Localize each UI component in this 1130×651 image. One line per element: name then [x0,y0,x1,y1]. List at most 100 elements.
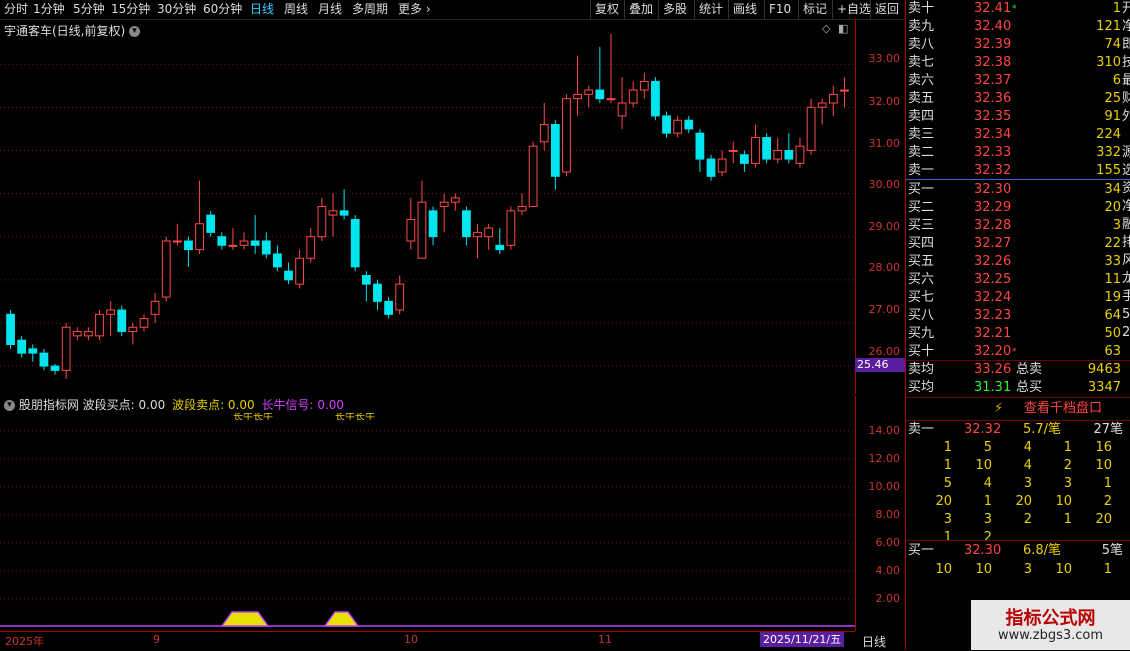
candle[interactable] [39,348,49,371]
bid-level-row[interactable]: 买一 32.30 34 [906,181,1121,199]
candle[interactable] [840,77,849,108]
multi-stock-button[interactable]: 多股 [658,0,691,19]
candle[interactable] [528,141,538,207]
bid-level-row[interactable]: 买七 32.24 19 [906,289,1121,307]
ask-level-row[interactable]: 卖十 32.41 1 * [906,0,1121,18]
candle[interactable] [295,249,305,289]
tab-5min[interactable]: 5分钟 [73,1,105,18]
ask-level-row[interactable]: 卖三 32.34 224 [906,126,1121,144]
candle[interactable] [695,128,705,172]
settings-gear-icon[interactable]: ▾ [129,26,141,37]
candle[interactable] [128,322,138,345]
candle[interactable] [684,115,694,134]
kline-chart-area[interactable]: 宇通客车(日线,前复权) ▾ ◇ ◧ [0,19,855,394]
candle[interactable] [662,111,671,138]
tab-monthly[interactable]: 月线 [318,1,342,18]
candle[interactable] [795,137,805,168]
candle[interactable] [17,335,27,358]
bid-level-row[interactable]: 买九 32.21 50 [906,325,1121,343]
candle[interactable] [584,85,594,108]
candle[interactable] [261,232,271,259]
candle[interactable] [828,85,838,116]
candle[interactable] [61,322,71,379]
candle[interactable] [217,232,227,250]
candle[interactable] [228,228,238,250]
ask-level-row[interactable]: 卖九 32.40 121 [906,18,1121,36]
candle[interactable] [773,137,783,164]
add-watchlist-button[interactable]: +自选 [832,0,875,19]
candle[interactable] [250,215,260,254]
indicator-gear-icon[interactable]: ▾ [4,400,15,411]
ask-level-row[interactable]: 卖四 32.35 91 [906,108,1121,126]
indicator-name[interactable]: 股朋指标网 [19,398,79,412]
candle[interactable] [717,150,727,177]
candle[interactable] [673,115,683,138]
ask-level-row[interactable]: 卖六 32.37 6 [906,72,1121,90]
candle[interactable] [350,215,360,272]
candle[interactable] [751,124,760,168]
ask-level-row[interactable]: 卖一 32.32 155 [906,162,1121,180]
candle[interactable] [184,236,193,267]
candle[interactable] [762,133,772,164]
tab-1min[interactable]: 1分钟 [33,1,65,18]
candle[interactable] [239,232,249,250]
candle[interactable] [506,206,516,250]
candle[interactable] [150,292,160,323]
candle[interactable] [273,245,282,272]
back-button[interactable]: 返回 [870,0,903,19]
candle[interactable] [539,103,549,151]
candle[interactable] [406,197,416,250]
overlay-button[interactable]: 叠加 [624,0,657,19]
tab-15min[interactable]: 15分钟 [111,1,150,18]
candle[interactable] [139,314,149,332]
candle[interactable] [806,98,816,155]
indicator-chart[interactable] [0,415,855,630]
candle[interactable] [339,189,349,220]
candle[interactable] [206,210,216,237]
candle[interactable] [473,223,482,259]
f10-button[interactable]: F10 [764,0,795,19]
candle[interactable] [484,223,494,250]
candle[interactable] [728,141,738,164]
candle[interactable] [739,150,749,172]
tab-fenshi[interactable]: 分时 [4,1,28,18]
tab-more[interactable]: 更多 › [398,1,431,18]
ask-level-row[interactable]: 卖七 32.38 310 [906,54,1121,72]
ask-level-row[interactable]: 卖五 32.36 25 [906,90,1121,108]
draw-line-button[interactable]: 画线 [728,0,761,19]
candle[interactable] [517,193,527,216]
candle[interactable] [361,271,371,302]
candle[interactable] [50,363,60,375]
fuquan-button[interactable]: 复权 [590,0,623,19]
candle[interactable] [450,193,460,211]
bid-level-row[interactable]: 买二 32.29 20 [906,199,1121,217]
candle[interactable] [784,133,794,164]
qiandang-link-row[interactable]: ⚡ 查看千档盘口 [906,399,1130,419]
window-toggle-icon[interactable]: ◧ [838,22,848,35]
qiandang-link[interactable]: 查看千档盘口 [1024,399,1102,419]
tab-60min[interactable]: 60分钟 [203,1,242,18]
candle[interactable] [83,327,93,341]
candle[interactable] [617,77,627,129]
candle[interactable] [172,223,182,246]
candle[interactable] [651,77,660,121]
candle[interactable] [328,193,338,237]
candle[interactable] [161,236,171,302]
mark-button[interactable]: 标记 [798,0,831,19]
bid-level-row[interactable]: 买三 32.28 3 [906,217,1121,235]
candle[interactable] [306,228,316,263]
tab-30min[interactable]: 30分钟 [157,1,196,18]
candle[interactable] [117,305,127,336]
tab-weekly[interactable]: 周线 [284,1,308,18]
candle[interactable] [639,72,649,99]
candle[interactable] [395,275,405,315]
candle[interactable] [706,154,716,181]
candle[interactable] [28,344,38,362]
candle[interactable] [550,120,560,190]
candle[interactable] [462,206,471,246]
candle[interactable] [606,34,616,103]
candle[interactable] [562,94,571,177]
tab-multi-period[interactable]: 多周期 [352,1,388,18]
kline-chart[interactable] [0,19,855,394]
candle[interactable] [817,98,827,125]
